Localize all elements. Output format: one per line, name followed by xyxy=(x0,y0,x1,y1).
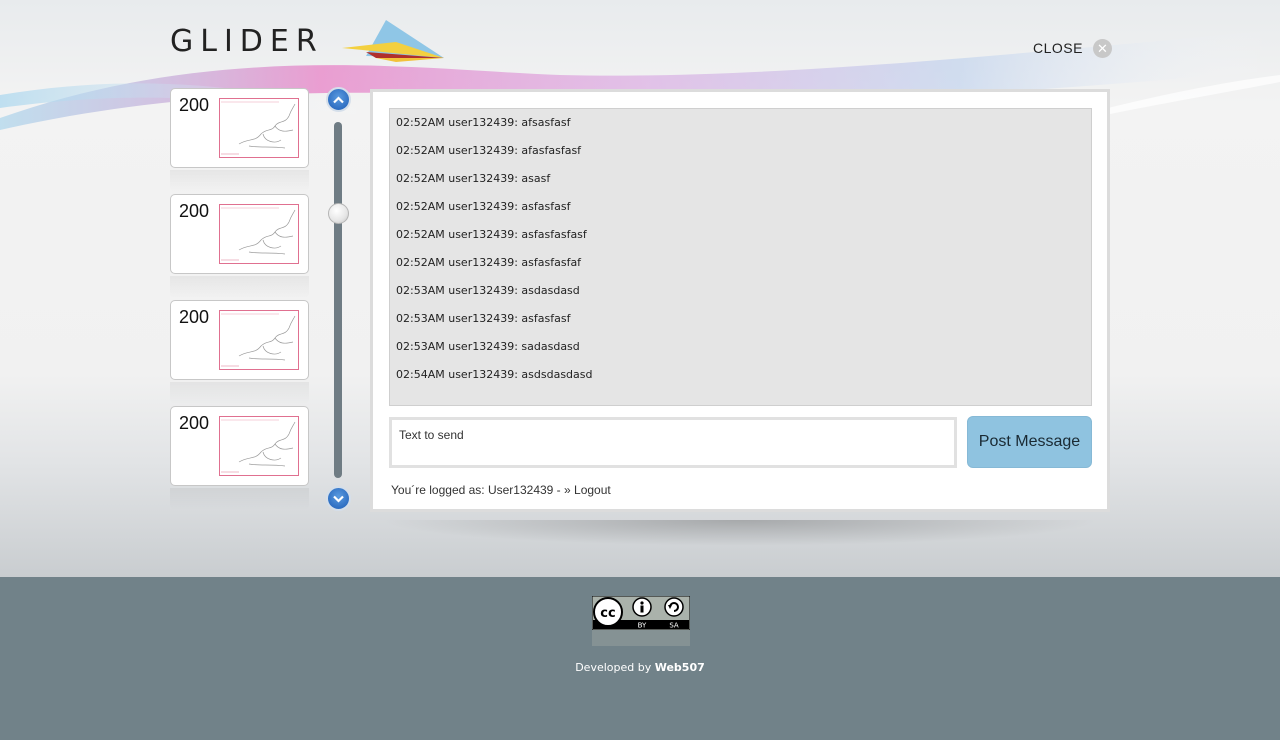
message-text: asfasfasfaf xyxy=(521,256,582,269)
license-sa: SA xyxy=(669,622,679,630)
paper-plane-icon xyxy=(342,20,444,62)
logged-as-text: You´re logged as: User132439 - xyxy=(391,483,565,497)
message-user: user132439 xyxy=(448,368,515,381)
chat-message: 02:52AM user132439: asfasfasfaf xyxy=(396,256,582,269)
message-user: user132439 xyxy=(448,172,515,185)
thumbnail-card[interactable]: 200 xyxy=(170,194,309,274)
chat-panel: 02:52AM user132439: afsasfasf 02:52AM us… xyxy=(370,89,1110,512)
message-user: user132439 xyxy=(448,256,515,269)
message-user: user132439 xyxy=(448,144,515,157)
message-time: 02:54AM xyxy=(396,368,445,381)
svg-text:cc: cc xyxy=(600,606,615,621)
thumbnail-reflection xyxy=(170,170,309,192)
message-input-placeholder: Text to send xyxy=(399,428,464,442)
message-user: user132439 xyxy=(448,116,515,129)
thumbnail-card[interactable]: 200 xyxy=(170,300,309,380)
scroll-down-button[interactable] xyxy=(326,486,351,511)
message-text: asdsdasdasd xyxy=(521,368,593,381)
post-message-button[interactable]: Post Message xyxy=(967,416,1092,468)
thumbnail-reflection xyxy=(170,488,309,510)
login-status: You´re logged as: User132439 - » Logout xyxy=(391,483,611,497)
map-thumbnail-icon xyxy=(219,310,299,370)
scrollbar-thumb[interactable] xyxy=(328,203,349,224)
top-area: GLIDER CLOSE ✕ 200 200 200 200 02:52AM u… xyxy=(0,0,1280,577)
developer-link[interactable]: Web507 xyxy=(655,661,705,674)
map-thumbnail-icon xyxy=(219,204,299,264)
logo-text: GLIDER xyxy=(170,24,324,59)
chat-message: 02:53AM user132439: sadasdasd xyxy=(396,340,580,353)
creative-commons-badge[interactable]: cc BY SA xyxy=(592,596,690,630)
map-thumbnail-icon xyxy=(219,416,299,476)
thumbnail-number: 200 xyxy=(179,413,210,433)
message-time: 02:52AM xyxy=(396,144,445,157)
chat-message: 02:53AM user132439: asdasdasd xyxy=(396,284,580,297)
chat-message: 02:54AM user132439: asdsdasdasd xyxy=(396,368,593,381)
chat-message: 02:52AM user132439: asasf xyxy=(396,172,551,185)
chat-message: 02:52AM user132439: afsasfasf xyxy=(396,116,571,129)
message-text: asasf xyxy=(521,172,551,185)
message-user: user132439 xyxy=(448,312,515,325)
message-text: asfasfasf xyxy=(521,312,571,325)
thumbnail-card[interactable]: 200 xyxy=(170,406,309,486)
message-time: 02:52AM xyxy=(396,256,445,269)
developed-by-label: Developed by xyxy=(575,661,652,674)
message-time: 02:53AM xyxy=(396,340,445,353)
map-thumbnail-icon xyxy=(219,98,299,158)
scrollbar-track[interactable] xyxy=(334,122,342,478)
thumbnail-number: 200 xyxy=(179,201,210,221)
chat-message: 02:52AM user132439: asfasfasf xyxy=(396,200,571,213)
chevron-down-icon xyxy=(333,495,344,503)
message-time: 02:52AM xyxy=(396,228,445,241)
message-text: sadasdasd xyxy=(521,340,580,353)
chat-message: 02:53AM user132439: asfasfasf xyxy=(396,312,571,325)
message-user: user132439 xyxy=(448,200,515,213)
developer-credit: Developed by Web507 xyxy=(0,661,1280,674)
scroll-up-button[interactable] xyxy=(326,87,351,112)
message-user: user132439 xyxy=(448,228,515,241)
message-time: 02:53AM xyxy=(396,312,445,325)
close-label: CLOSE xyxy=(1033,40,1083,56)
message-text: asfasfasfasf xyxy=(521,228,587,241)
logout-link[interactable]: » Logout xyxy=(564,483,611,497)
message-text: afsasfasf xyxy=(521,116,571,129)
thumbnail-reflection xyxy=(170,276,309,298)
chat-message: 02:52AM user132439: afasfasfasf xyxy=(396,144,582,157)
thumbnail-number: 200 xyxy=(179,95,210,115)
message-time: 02:52AM xyxy=(396,116,445,129)
thumbnail-number: 200 xyxy=(179,307,210,327)
license-by: BY xyxy=(638,622,647,630)
message-text: asfasfasf xyxy=(521,200,571,213)
message-text: asdasdasd xyxy=(521,284,580,297)
panel-shadow xyxy=(378,520,1102,546)
message-time: 02:53AM xyxy=(396,284,445,297)
thumbnail-card[interactable]: 200 xyxy=(170,88,309,168)
message-list[interactable]: 02:52AM user132439: afsasfasf 02:52AM us… xyxy=(389,108,1092,406)
thumbnail-reflection xyxy=(170,382,309,404)
glider-logo[interactable]: GLIDER xyxy=(168,18,458,70)
chevron-up-icon xyxy=(333,95,344,103)
badge-reflection xyxy=(592,630,690,646)
message-time: 02:52AM xyxy=(396,172,445,185)
chat-message: 02:52AM user132439: asfasfasfasf xyxy=(396,228,587,241)
close-icon[interactable]: ✕ xyxy=(1092,38,1112,58)
message-user: user132439 xyxy=(448,340,515,353)
message-time: 02:52AM xyxy=(396,200,445,213)
message-user: user132439 xyxy=(448,284,515,297)
close-button[interactable]: CLOSE ✕ xyxy=(1033,38,1112,58)
message-text: afasfasfasf xyxy=(521,144,582,157)
message-input[interactable]: Text to send xyxy=(389,417,957,468)
